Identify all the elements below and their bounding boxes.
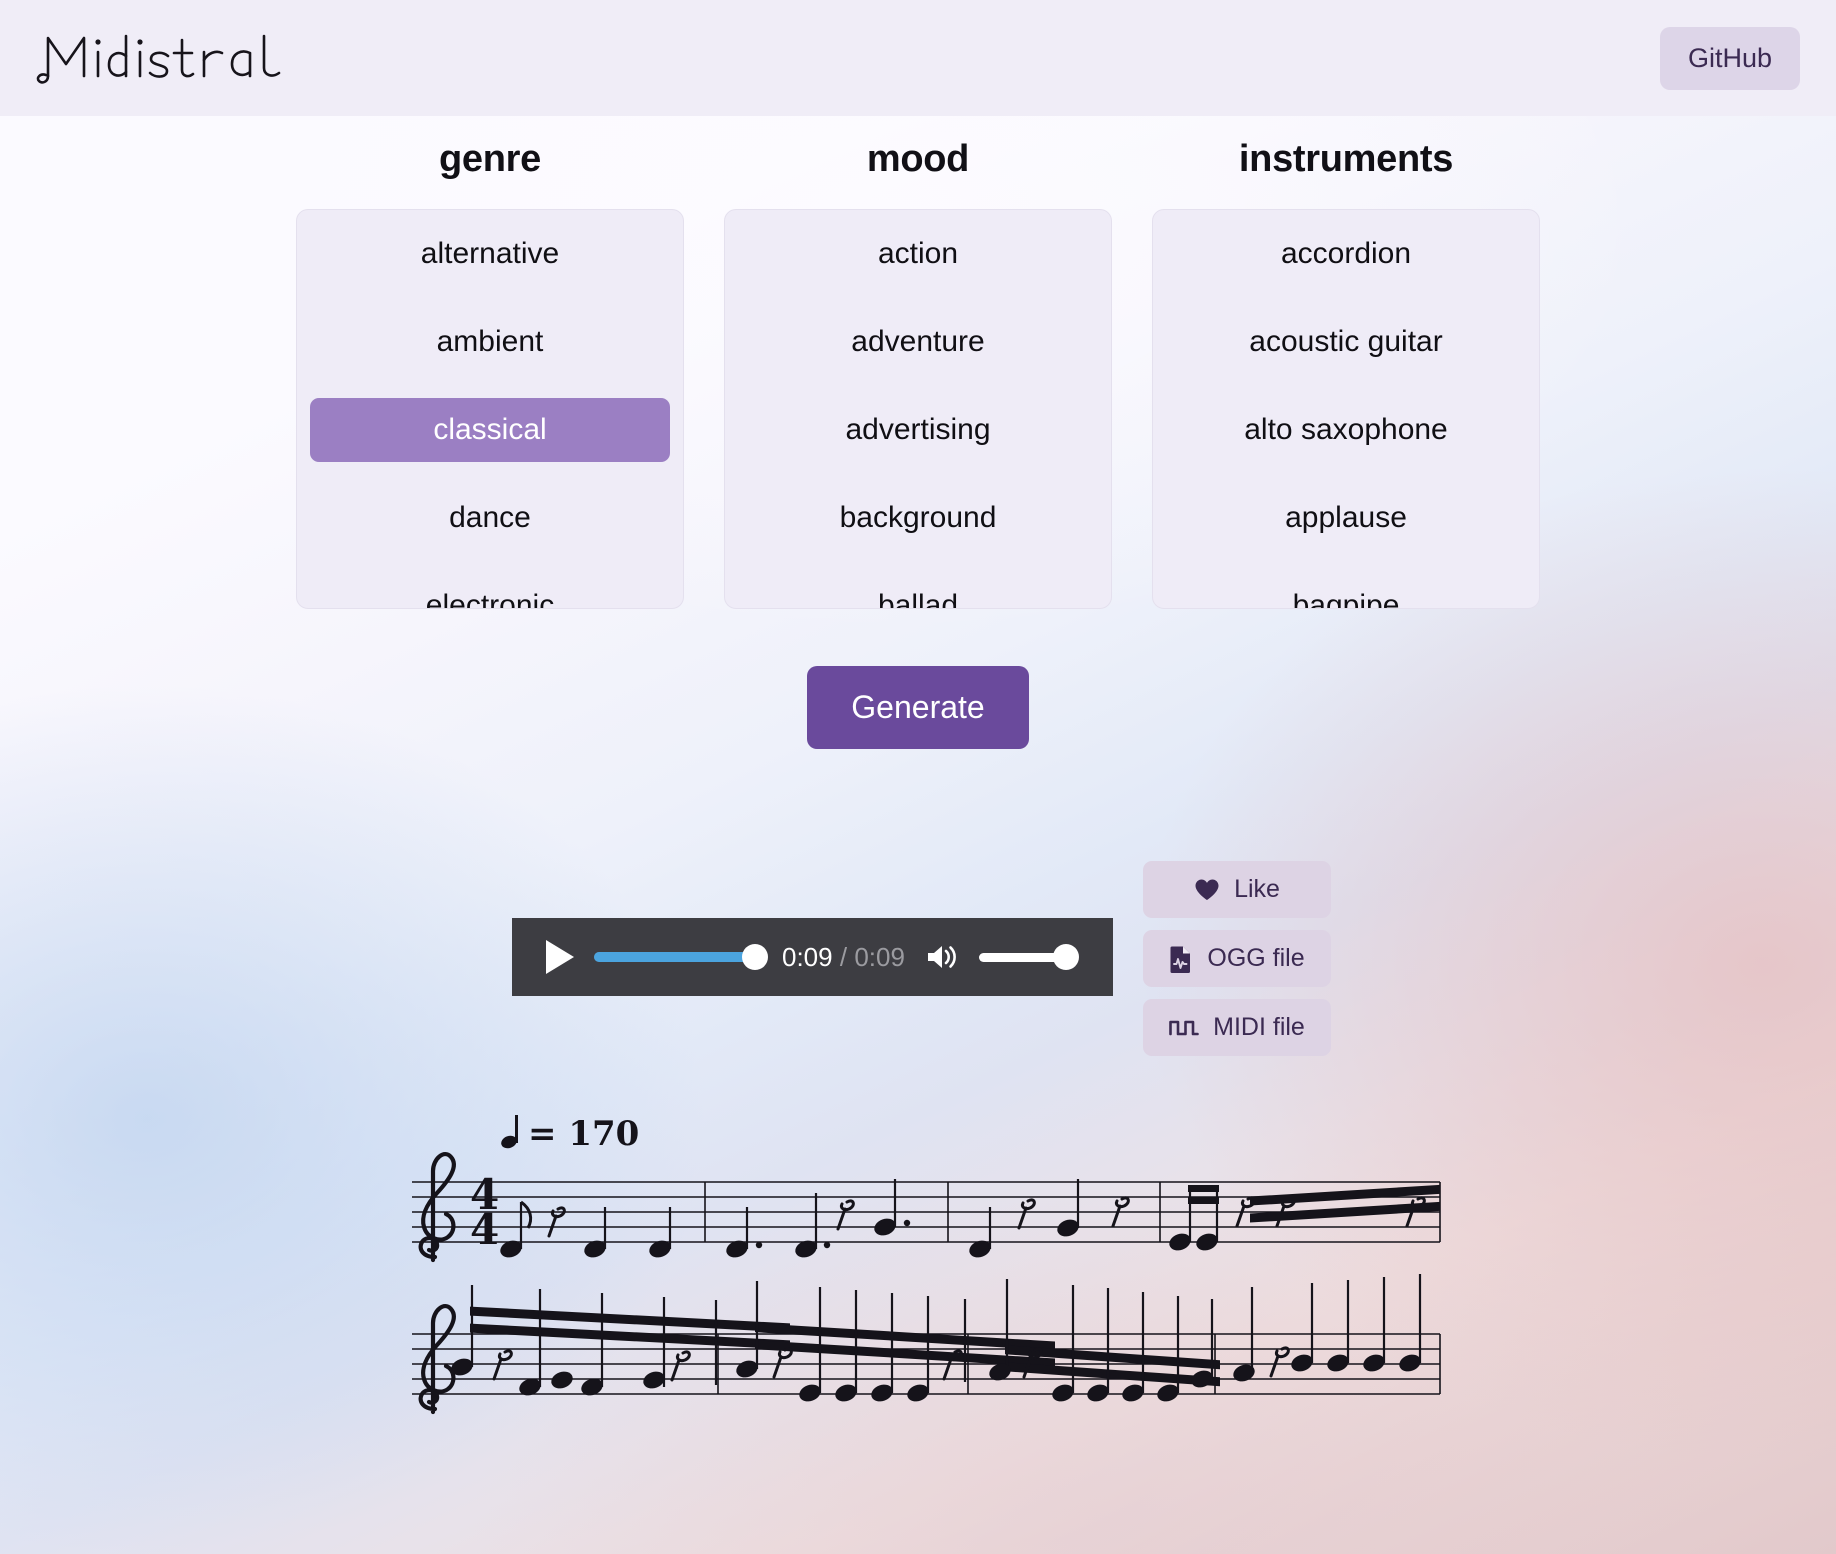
instruments-list[interactable]: accordion acoustic guitar alto saxophone… bbox=[1152, 209, 1540, 609]
like-button[interactable]: Like bbox=[1143, 861, 1331, 918]
midi-file-button[interactable]: MIDI file bbox=[1143, 999, 1331, 1056]
beam-group-d bbox=[1233, 1184, 1440, 1382]
column-title-mood: mood bbox=[866, 138, 970, 180]
selector-column-genre: genre alternative ambient classical danc… bbox=[296, 138, 684, 609]
genre-option-alternative[interactable]: alternative bbox=[310, 222, 670, 286]
time-signature-denominator: 4 bbox=[470, 1205, 499, 1254]
column-title-instruments: instruments bbox=[1238, 138, 1454, 180]
ogg-file-label: OGG file bbox=[1207, 944, 1305, 972]
playback-section: 0:09 / 0:09 Like OGG file MIDI file bbox=[0, 861, 1836, 1061]
selector-column-mood: mood action adventure advertising backgr… bbox=[724, 138, 1112, 609]
square-wave-icon bbox=[1169, 1016, 1199, 1040]
genre-option-ambient[interactable]: ambient bbox=[310, 310, 670, 374]
speaker-icon[interactable] bbox=[925, 942, 959, 972]
total-time: 0:09 bbox=[854, 941, 905, 972]
sheet-music: = 170 4 4 bbox=[0, 1097, 1836, 1447]
genre-option-electronic[interactable]: electronic bbox=[310, 574, 670, 608]
beam-group-a bbox=[451, 1285, 790, 1396]
mood-option-action[interactable]: action bbox=[738, 222, 1098, 286]
midi-file-label: MIDI file bbox=[1213, 1013, 1305, 1041]
tempo-marking: = 170 bbox=[501, 1114, 639, 1154]
mood-option-background[interactable]: background bbox=[738, 486, 1098, 550]
selector-column-instruments: instruments accordion acoustic guitar al… bbox=[1152, 138, 1540, 609]
time-separator: / bbox=[839, 941, 848, 972]
mood-list[interactable]: action adventure advertising background … bbox=[724, 209, 1112, 609]
action-buttons: Like OGG file MIDI file bbox=[1143, 861, 1331, 1056]
mood-option-adventure[interactable]: adventure bbox=[738, 310, 1098, 374]
mood-option-ballad[interactable]: ballad bbox=[738, 574, 1098, 608]
measure-3 bbox=[969, 1179, 1130, 1258]
instrument-option-alto-saxophone[interactable]: alto saxophone bbox=[1166, 398, 1526, 462]
app-logo bbox=[24, 20, 362, 96]
github-button[interactable]: GitHub bbox=[1659, 26, 1800, 90]
measure-1 bbox=[500, 1200, 672, 1258]
heart-icon bbox=[1194, 878, 1220, 902]
app-header: GitHub bbox=[0, 0, 1836, 116]
play-icon[interactable] bbox=[546, 940, 574, 974]
seek-fill bbox=[594, 952, 762, 962]
app-root: GitHub genre alternative ambient classic… bbox=[0, 0, 1836, 1554]
instrument-option-applause[interactable]: applause bbox=[1166, 486, 1526, 550]
staff-system-2 bbox=[412, 1184, 1441, 1415]
staff-system-1: 4 4 bbox=[412, 1152, 1441, 1263]
time-display: 0:09 / 0:09 bbox=[782, 942, 905, 973]
genre-option-dance[interactable]: dance bbox=[310, 486, 670, 550]
seek-slider[interactable] bbox=[594, 944, 768, 970]
svg-text:= 170: = 170 bbox=[528, 1114, 639, 1154]
column-title-genre: genre bbox=[439, 138, 541, 180]
like-label: Like bbox=[1234, 875, 1280, 903]
instrument-option-acoustic-guitar[interactable]: acoustic guitar bbox=[1166, 310, 1526, 374]
midistral-wordmark-icon bbox=[36, 34, 281, 84]
genre-list[interactable]: alternative ambient classical dance elec… bbox=[296, 209, 684, 609]
current-time: 0:09 bbox=[782, 941, 833, 972]
genre-option-classical[interactable]: classical bbox=[310, 398, 670, 462]
score-svg: = 170 4 4 bbox=[412, 1114, 1441, 1415]
mood-option-advertising[interactable]: advertising bbox=[738, 398, 1098, 462]
audio-file-icon bbox=[1169, 945, 1193, 973]
instrument-option-bagpipe[interactable]: bagpipe bbox=[1166, 574, 1526, 608]
generate-section: Generate bbox=[0, 666, 1836, 749]
volume-thumb[interactable] bbox=[1052, 944, 1079, 970]
volume-slider[interactable] bbox=[978, 944, 1079, 970]
generate-button[interactable]: Generate bbox=[807, 666, 1029, 749]
instrument-option-accordion[interactable]: accordion bbox=[1166, 222, 1526, 286]
treble-clef-2 bbox=[418, 1304, 456, 1415]
selector-columns: genre alternative ambient classical danc… bbox=[0, 116, 1836, 609]
seek-thumb[interactable] bbox=[742, 944, 768, 970]
ogg-file-button[interactable]: OGG file bbox=[1143, 930, 1331, 987]
treble-clef bbox=[418, 1152, 456, 1263]
measure-2 bbox=[726, 1179, 911, 1258]
audio-player[interactable]: 0:09 / 0:09 bbox=[512, 918, 1113, 996]
